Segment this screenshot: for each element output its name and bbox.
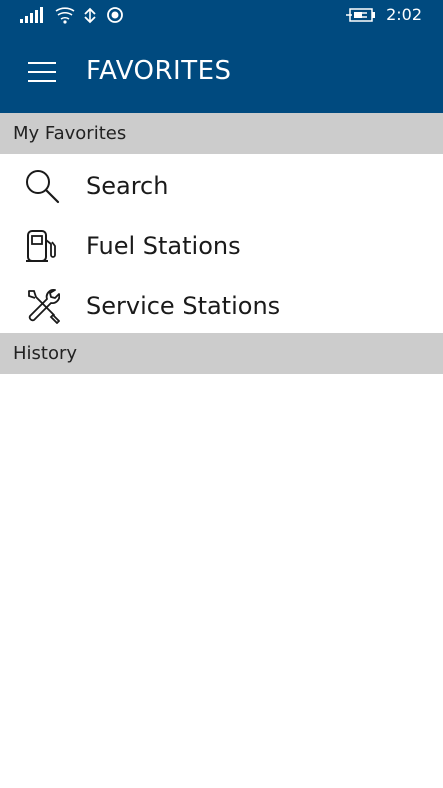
favorite-item-label: Fuel Stations (86, 232, 241, 260)
section-header-favorites: My Favorites (0, 113, 443, 154)
wifi-icon (55, 7, 75, 24)
favorite-item-label: Service Stations (86, 292, 281, 320)
favorite-item-label: Search (86, 172, 169, 200)
section-header-label: History (13, 343, 78, 364)
section-header-history: History (0, 333, 443, 374)
wrench-screwdriver-icon (28, 289, 60, 324)
record-icon (107, 7, 123, 23)
data-sync-icon (84, 7, 96, 24)
status-bar: 2:02 (0, 0, 443, 30)
favorite-item-search[interactable]: Search (0, 156, 443, 216)
fuel-pump-icon (26, 230, 56, 262)
signal-bars-icon (20, 7, 43, 23)
status-time: 2:02 (386, 5, 422, 24)
hamburger-menu-icon[interactable] (28, 62, 56, 82)
battery-charging-icon (346, 8, 375, 22)
section-header-label: My Favorites (13, 123, 127, 144)
page-title: FAVORITES (86, 56, 232, 86)
favorite-item-fuel-stations[interactable]: Fuel Stations (0, 216, 443, 276)
favorite-item-service-stations[interactable]: Service Stations (0, 276, 443, 336)
search-icon (26, 170, 60, 204)
title-bar: FAVORITES (0, 30, 443, 113)
